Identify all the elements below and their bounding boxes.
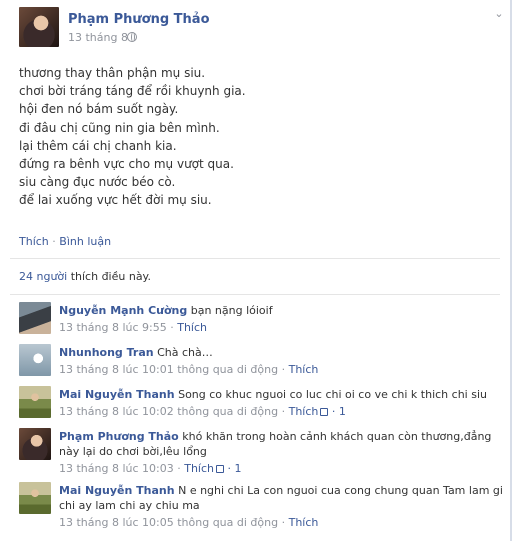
comment-link[interactable]: Bình luận — [59, 235, 111, 248]
comment-like-link[interactable]: Thích — [289, 516, 319, 529]
post-card: Phạm Phương Thảo 13 tháng 8 ⌄ thương tha… — [0, 0, 512, 541]
commenter-avatar[interactable] — [19, 302, 51, 334]
comment-meta: 13 tháng 8 lúc 10:03 · Thích · 1 — [59, 461, 505, 476]
comment-time[interactable]: 13 tháng 8 lúc 10:05 thông qua di động · — [59, 516, 289, 529]
comment-meta: 13 tháng 8 lúc 10:05 thông qua di động ·… — [59, 515, 505, 530]
thumbs-up-icon — [216, 465, 225, 473]
comment-like-count[interactable]: · 1 — [328, 405, 346, 418]
likes-summary: 24 người thích điều này. — [19, 270, 151, 283]
commenter-avatar[interactable] — [19, 344, 51, 376]
post-line: chơi bời tráng táng để rồi khuynh gia. — [19, 84, 246, 99]
comment-like-count[interactable]: · 1 — [224, 462, 242, 475]
post-line: đi đâu chị cũng nin gia bên mình. — [19, 120, 220, 135]
divider — [10, 294, 500, 295]
author-name[interactable]: Phạm Phương Thảo — [68, 12, 210, 27]
post-line: để lai xuống vực hết đời mụ siu. — [19, 193, 212, 208]
post-line: thương thay thân phận mụ siu. — [19, 66, 206, 80]
comment-meta: 13 tháng 8 lúc 10:01 thông qua di động ·… — [59, 362, 505, 377]
comment-like-link[interactable]: Thích — [289, 363, 319, 376]
comment-time[interactable]: 13 tháng 8 lúc 10:02 thông qua di động · — [59, 405, 289, 418]
commenter-name[interactable]: Mai Nguyễn Thanh — [59, 388, 175, 401]
divider — [10, 258, 500, 259]
commenter-name[interactable]: Nguyễn Mạnh Cường — [59, 304, 187, 317]
commenter-avatar[interactable] — [19, 386, 51, 418]
comment-like-link[interactable]: Thích — [289, 405, 319, 418]
commenter-avatar[interactable] — [19, 482, 51, 514]
comment-text: bạn nặng lóioif — [190, 304, 273, 317]
like-link[interactable]: Thích — [19, 235, 49, 248]
comment-meta: 13 tháng 8 lúc 10:02 thông qua di động ·… — [59, 404, 505, 419]
post-text: thương thay thân phận mụ siu. chơi bời t… — [19, 64, 489, 210]
comment-text: Chà chà… — [157, 346, 213, 359]
comment-time[interactable]: 13 tháng 8 lúc 10:01 thông qua di động · — [59, 363, 289, 376]
author-avatar[interactable] — [19, 7, 59, 47]
chevron-down-icon[interactable]: ⌄ — [493, 8, 505, 20]
comment-time[interactable]: 13 tháng 8 lúc 9:55 · — [59, 321, 177, 334]
post-line: hội đen nó bám suốt ngày. — [19, 102, 179, 117]
commenter-name[interactable]: Nhunhong Tran — [59, 346, 154, 359]
separator: · — [52, 235, 56, 248]
commenter-avatar[interactable] — [19, 428, 51, 460]
comment-time[interactable]: 13 tháng 8 lúc 10:03 · — [59, 462, 184, 475]
likes-count-link[interactable]: 24 người — [19, 270, 67, 283]
post-actions: Thích · Bình luận — [19, 235, 111, 248]
post-line: đứng ra bênh vực cho mụ vượt qua. — [19, 157, 234, 172]
comment-like-link[interactable]: Thích — [177, 321, 207, 334]
post-line: siu càng đục nước béo cò. — [19, 175, 176, 190]
comment-like-link[interactable]: Thích — [184, 462, 214, 475]
commenter-name[interactable]: Phạm Phương Thảo — [59, 430, 179, 443]
globe-icon — [127, 32, 137, 42]
comment-meta: 13 tháng 8 lúc 9:55 · Thích — [59, 320, 505, 335]
post-line: lại thêm cái chị chanh kia. — [19, 138, 177, 153]
likes-text: thích điều này. — [67, 270, 151, 283]
post-date[interactable]: 13 tháng 8 — [68, 31, 128, 44]
commenter-name[interactable]: Mai Nguyễn Thanh — [59, 484, 175, 497]
comment-text: Song co khuc nguoi co luc chi oi co ve c… — [178, 388, 487, 401]
